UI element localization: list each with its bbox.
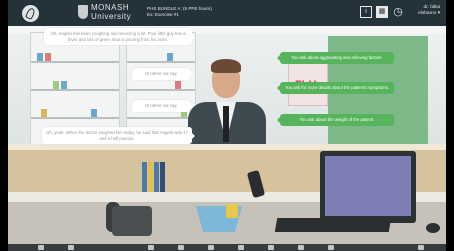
keyboard xyxy=(274,218,392,232)
mouse xyxy=(426,223,440,233)
shelf xyxy=(31,117,119,119)
patient-response-3: I'd rather not say. xyxy=(132,100,193,112)
pharmacist-tie xyxy=(223,106,229,142)
book xyxy=(154,162,159,194)
medicine-pack xyxy=(226,204,238,218)
toolbar-icon[interactable] xyxy=(208,245,214,250)
question-option-2[interactable]: You ask for more details about the patie… xyxy=(277,82,394,94)
question-option-3[interactable]: You ask about the weight of the patient. xyxy=(277,114,394,126)
shelf xyxy=(31,89,119,91)
module-info: PHS BUNDLE A: (5 PPE hours) Ex: Exercise… xyxy=(147,6,212,18)
book xyxy=(142,162,147,194)
app-frame: MONASH University PHS BUNDLE A: (5 PPE h… xyxy=(8,0,446,251)
books-stack xyxy=(142,162,178,194)
toolbar-icon[interactable] xyxy=(148,245,154,250)
user-subname: elshamo ▾ xyxy=(418,11,440,16)
pharmacy-scene: FLU Oh, Angela has been c xyxy=(8,26,446,251)
top-bar: MONASH University PHS BUNDLE A: (5 PPE h… xyxy=(8,0,446,26)
product-box xyxy=(37,53,43,61)
info-icon[interactable]: i xyxy=(360,6,372,18)
patient-response-4: Oh, yeah. When the doctor weighed him to… xyxy=(42,127,195,145)
patient-response-1: Oh, Angela has been coughing and sneezin… xyxy=(44,28,195,46)
product-box xyxy=(41,109,47,117)
product-box xyxy=(53,81,59,89)
product-box xyxy=(61,81,67,89)
app-logo-icon[interactable] xyxy=(22,5,39,22)
pharmacist-hair xyxy=(211,59,241,73)
toolbar-icon[interactable] xyxy=(68,245,74,250)
timer-icon[interactable]: ◷ xyxy=(392,6,404,18)
desk-phone xyxy=(112,206,152,236)
counter-top xyxy=(8,144,446,150)
bottom-toolbar xyxy=(8,244,446,251)
toolbar-icon[interactable] xyxy=(328,245,334,250)
exercise-label: Ex: Exercise #1 xyxy=(147,12,179,17)
shelf xyxy=(31,61,119,63)
product-box xyxy=(167,53,173,61)
grid-icon[interactable]: ▦ xyxy=(376,6,388,18)
toolbar-icon[interactable] xyxy=(418,245,424,250)
toolbar-icon[interactable] xyxy=(268,245,274,250)
product-box xyxy=(175,81,181,89)
user-menu[interactable]: dr. fallai elshamo ▾ xyxy=(410,5,440,17)
patient-response-2: I'd rather not say. xyxy=(132,68,193,80)
university-name: MONASH University xyxy=(91,3,132,21)
monash-crest-icon xyxy=(78,5,88,19)
toolbar-icon[interactable] xyxy=(38,245,44,250)
product-box xyxy=(91,109,97,117)
monitor-screen xyxy=(325,156,411,216)
product-box xyxy=(45,53,51,61)
book xyxy=(160,162,165,194)
toolbar-icon[interactable] xyxy=(178,245,184,250)
question-option-1[interactable]: You ask about aggravating and relieving … xyxy=(277,52,394,64)
book xyxy=(148,162,153,194)
toolbar-icon[interactable] xyxy=(238,245,244,250)
computer-monitor xyxy=(320,151,416,223)
toolbar-icon[interactable] xyxy=(298,245,304,250)
